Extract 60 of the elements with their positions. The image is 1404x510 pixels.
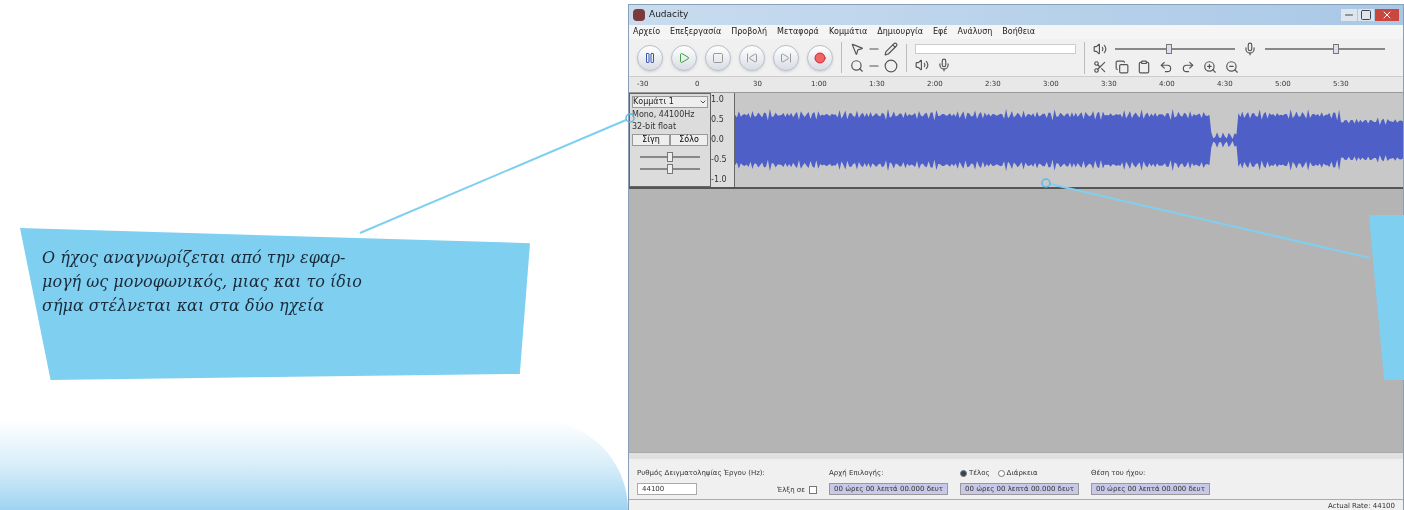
- amplitude-label: 0.5: [711, 115, 725, 125]
- speaker-icon[interactable]: [915, 57, 929, 72]
- skip-end-button[interactable]: [773, 44, 799, 71]
- pause-icon: [644, 51, 656, 64]
- menu-item[interactable]: Βοήθεια: [1002, 26, 1035, 38]
- callout-text: Ο ήχος αναγνωρίζεται από την εφαρ-: [42, 247, 347, 269]
- copy-icon[interactable]: [1115, 59, 1129, 74]
- skip-end-icon: [780, 51, 792, 64]
- record-icon: [814, 51, 826, 64]
- record-button[interactable]: [807, 44, 833, 71]
- slider-thumb[interactable]: [1166, 43, 1173, 54]
- microphone-icon[interactable]: [937, 57, 951, 72]
- speaker-icon[interactable]: [1093, 41, 1107, 56]
- slider-thumb[interactable]: [667, 164, 673, 174]
- zoom-out-icon[interactable]: [1225, 59, 1239, 74]
- window-title: Audacity: [649, 8, 689, 22]
- maximize-icon[interactable]: [1358, 9, 1374, 21]
- slider-thumb[interactable]: [667, 152, 673, 162]
- stop-button[interactable]: [705, 44, 731, 71]
- skip-start-button[interactable]: [739, 44, 765, 71]
- radio-button[interactable]: [960, 469, 967, 477]
- track-button[interactable]: Σόλο: [670, 134, 708, 146]
- horizontal-scrollbar[interactable]: [629, 452, 1403, 459]
- stop-icon: [712, 51, 724, 64]
- redo-icon[interactable]: [1181, 59, 1195, 74]
- menu-item[interactable]: Δημιουργία: [877, 26, 923, 38]
- track-info: 32-bit float: [632, 122, 678, 132]
- amplitude-label: 0.0: [711, 135, 725, 145]
- callout-text: μογή ως μονοφωνικός, μιας και το ίδιο: [42, 271, 362, 293]
- track-info: Mono, 44100Hz: [632, 110, 696, 120]
- menu-item[interactable]: Μεταφορά: [777, 26, 819, 38]
- anchor-dot: [1041, 178, 1051, 188]
- paste-icon[interactable]: [1137, 59, 1151, 74]
- menu-item[interactable]: Επεξεργασία: [670, 26, 722, 38]
- amplitude-label: 1.0: [711, 95, 725, 105]
- cut-icon[interactable]: [1093, 59, 1107, 74]
- skip-start-icon: [746, 51, 758, 64]
- callout-text: σήμα στέλνεται και στα δύο ηχεία: [42, 295, 325, 317]
- dropdown-icon[interactable]: [699, 98, 707, 106]
- menu-item[interactable]: Κομμάτια: [828, 26, 868, 38]
- menu-item[interactable]: Αρχείο: [633, 26, 661, 38]
- cursor-icon[interactable]: [850, 42, 864, 56]
- radio-button[interactable]: [997, 469, 1005, 477]
- menu-item[interactable]: Ανάλυση: [957, 26, 993, 38]
- menu-item[interactable]: Προβολή: [731, 26, 768, 38]
- close-icon[interactable]: [1375, 9, 1399, 21]
- undo-icon[interactable]: [1159, 59, 1173, 74]
- snap-checkbox[interactable]: [809, 485, 818, 494]
- pause-button[interactable]: [637, 44, 663, 71]
- amplitude-label: -0.5: [711, 155, 728, 165]
- zoom-icon[interactable]: [850, 59, 864, 73]
- app-icon: [633, 9, 645, 21]
- menu-item[interactable]: Εφέ: [932, 26, 948, 38]
- play-icon: [678, 51, 690, 64]
- microphone-icon[interactable]: [1243, 41, 1257, 56]
- pencil-icon[interactable]: [884, 42, 898, 56]
- amplitude-label: -1.0: [711, 175, 728, 185]
- slider-thumb[interactable]: [1333, 43, 1340, 54]
- track-button[interactable]: Σίγη: [632, 134, 670, 146]
- zoom-in-icon[interactable]: [1203, 59, 1217, 74]
